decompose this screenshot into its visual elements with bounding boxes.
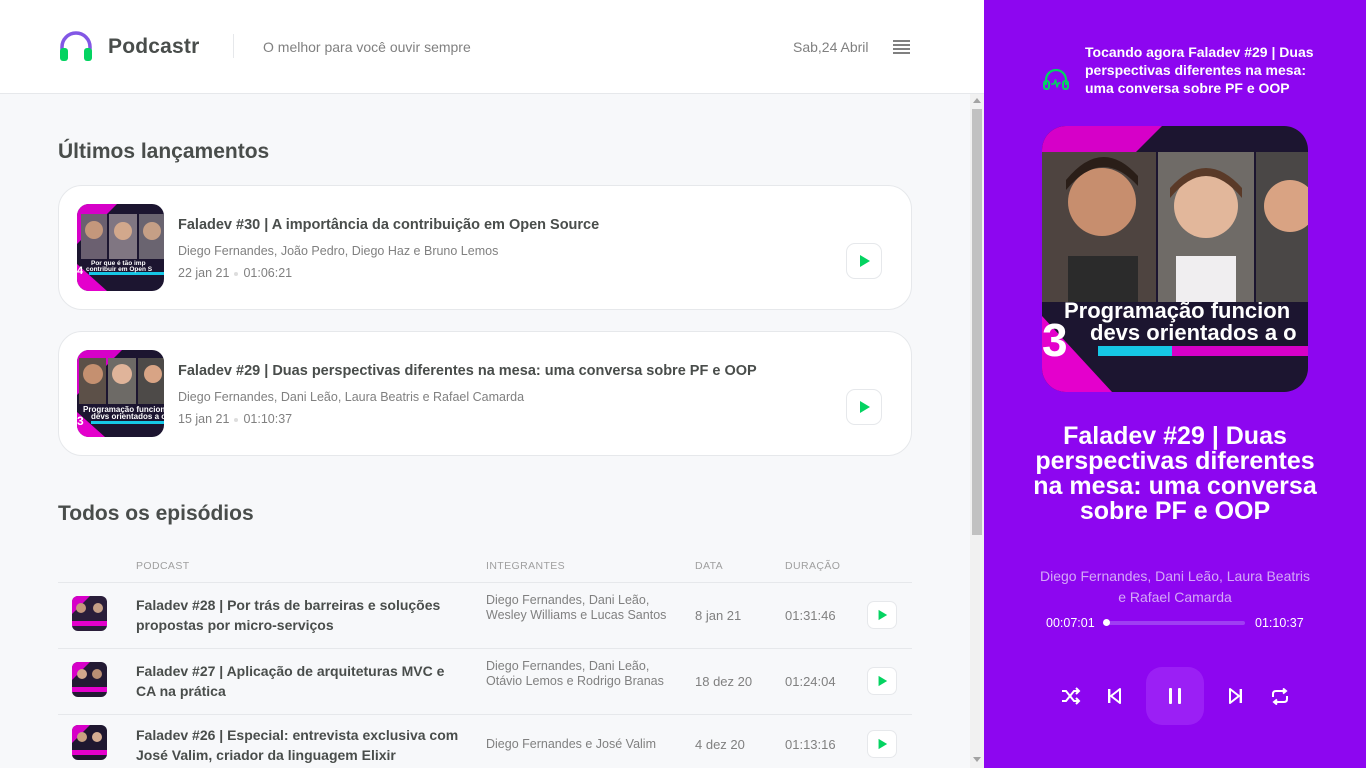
play-button[interactable] <box>867 730 897 758</box>
pause-button[interactable] <box>1146 667 1204 725</box>
latest-releases-title: Últimos lançamentos <box>58 140 270 163</box>
svg-text:4: 4 <box>77 265 84 277</box>
episode-title[interactable]: Faladev #28 | Por trás de barreiras e so… <box>136 595 466 635</box>
table-row[interactable]: Faladev #28 | Por trás de barreiras e so… <box>58 583 912 649</box>
play-icon <box>878 738 888 750</box>
episode-thumbnail[interactable] <box>72 725 107 760</box>
header-divider <box>233 34 234 58</box>
episode-duration: 01:10:37 <box>243 412 293 426</box>
play-icon <box>860 255 870 267</box>
table-row[interactable]: Faladev #27 | Aplicação de arquiteturas … <box>58 649 912 715</box>
progress-handle[interactable] <box>1103 619 1110 626</box>
all-episodes-title: Todos os episódios <box>58 502 254 525</box>
episode-duration: 01:24:04 <box>785 674 836 689</box>
episode-title[interactable]: Faladev #26 | Especial: entrevista exclu… <box>136 725 466 765</box>
separator-dot <box>234 417 239 422</box>
svg-text:devs orientados a o: devs orientados a o <box>91 412 164 421</box>
episode-date: 4 dez 20 <box>695 737 745 752</box>
episode-thumbnail[interactable]: 3 Programação funcion devs orientados a … <box>77 350 164 437</box>
player-panel: Tocando agora Faladev #29 | Duas perspec… <box>984 0 1366 768</box>
progress-slider[interactable] <box>1103 619 1245 626</box>
episode-thumbnail[interactable] <box>72 662 107 697</box>
player-cover-art: 3 Programação funcion devs orientados a … <box>1042 126 1308 392</box>
column-header-date: Data <box>695 560 724 572</box>
episode-date: 18 dez 20 <box>695 674 753 689</box>
playing-headphones-icon <box>1043 68 1069 90</box>
episode-date: 22 jan 21 <box>178 266 230 280</box>
play-icon <box>878 675 888 687</box>
repeat-icon[interactable] <box>1270 688 1290 705</box>
total-time: 01:10:37 <box>1255 616 1304 630</box>
app-name: Podcastr <box>108 35 200 58</box>
episode-members: Diego Fernandes, Dani Leão, Wesley Willi… <box>486 593 667 622</box>
episode-date: 15 jan 21 <box>178 412 230 426</box>
episode-duration: 01:13:16 <box>785 737 836 752</box>
episode-duration: 01:31:46 <box>785 608 836 623</box>
scrollbar-thumb[interactable] <box>972 109 982 535</box>
now-playing-label: Tocando agora Faladev #29 | Duas perspec… <box>1085 44 1314 96</box>
episode-meta: 22 jan 21 01:06:21 <box>178 266 292 280</box>
latest-episode-card[interactable]: 4 Por que é tão imp contribuir em Open S… <box>58 185 912 310</box>
headphones-logo-icon <box>60 31 92 61</box>
player-episode-members: Diego Fernandes, Dani Leão, Laura Beatri… <box>1039 568 1311 605</box>
episode-title[interactable]: Faladev #27 | Aplicação de arquiteturas … <box>136 661 466 701</box>
menu-icon[interactable] <box>893 40 910 54</box>
episode-title[interactable]: Faladev #30 | A importância da contribui… <box>178 217 599 233</box>
episode-title[interactable]: Faladev #29 | Duas perspectivas diferent… <box>178 363 757 379</box>
column-header-duration: Duração <box>785 560 841 572</box>
table-row[interactable]: Faladev #26 | Especial: entrevista exclu… <box>58 715 912 768</box>
scroll-down-arrow-icon[interactable] <box>973 757 981 762</box>
shuffle-icon[interactable] <box>1061 687 1081 705</box>
episode-meta: 15 jan 21 01:10:37 <box>178 412 292 426</box>
episode-date: 8 jan 21 <box>695 608 742 623</box>
play-icon <box>878 609 888 621</box>
play-button[interactable] <box>846 389 882 425</box>
column-header-podcast: Podcast <box>136 560 190 572</box>
next-icon[interactable] <box>1229 688 1243 704</box>
episode-thumbnail[interactable] <box>72 596 107 631</box>
latest-episode-card[interactable]: 3 Programação funcion devs orientados a … <box>58 331 912 456</box>
separator-dot <box>234 271 239 276</box>
current-date: Sab,24 Abril <box>793 39 869 55</box>
episode-duration: 01:06:21 <box>243 266 293 280</box>
pause-icon <box>1169 688 1172 704</box>
episode-members: Diego Fernandes, João Pedro, Diego Haz e… <box>178 244 499 258</box>
current-time: 00:07:01 <box>1046 616 1095 630</box>
player-episode-title: Faladev #29 | Duas perspectivas diferent… <box>1033 422 1317 525</box>
svg-text:devs orientados a o: devs orientados a o <box>1090 320 1297 345</box>
episode-thumbnail[interactable]: 4 Por que é tão imp contribuir em Open S <box>77 204 164 291</box>
previous-icon[interactable] <box>1107 688 1121 704</box>
header: Podcastr O melhor para você ouvir sempre… <box>0 0 984 94</box>
svg-text:3: 3 <box>77 414 84 428</box>
column-header-members: Integrantes <box>486 560 566 572</box>
play-button[interactable] <box>867 667 897 695</box>
play-button[interactable] <box>867 601 897 629</box>
episode-members: Diego Fernandes, Dani Leão, Laura Beatri… <box>178 390 525 404</box>
tagline: O melhor para você ouvir sempre <box>263 39 471 55</box>
episode-members: Diego Fernandes, Dani Leão, Otávio Lemos… <box>486 659 664 688</box>
scroll-up-arrow-icon[interactable] <box>973 98 981 103</box>
play-icon <box>860 401 870 413</box>
play-button[interactable] <box>846 243 882 279</box>
episode-members: Diego Fernandes e José Valim <box>486 737 656 751</box>
svg-text:contribuir em Open S: contribuir em Open S <box>86 266 153 273</box>
